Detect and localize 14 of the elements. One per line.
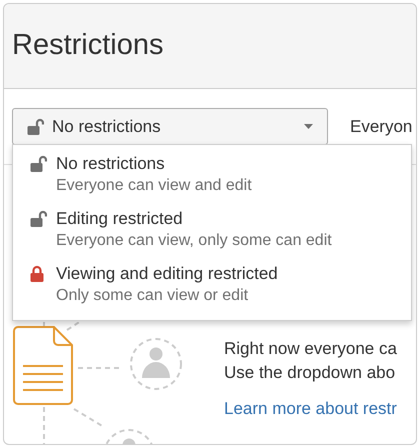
menu-option[interactable]: Editing restricted Everyone can view, only some can edit: [13, 208, 411, 263]
open-padlock-icon: [30, 210, 47, 227]
dialog-title: Restrictions: [12, 28, 164, 64]
info-text: Right now everyone ca: [224, 338, 397, 360]
menu-option[interactable]: No restrictions Everyone can view and edit: [13, 153, 411, 208]
open-padlock-icon: [27, 118, 44, 135]
padlock-icon: [30, 265, 44, 282]
menu-option[interactable]: Viewing and editing restricted Only some can view or edit: [13, 263, 411, 318]
caret-icon: [304, 124, 313, 129]
restriction-summary: Everyon: [350, 116, 412, 138]
restrictions-dropdown[interactable]: No restrictions: [12, 108, 328, 145]
info-text: Use the dropdown abo: [224, 362, 396, 384]
open-padlock-icon: [30, 155, 47, 172]
learn-more-link[interactable]: Learn more about restr: [224, 397, 397, 421]
